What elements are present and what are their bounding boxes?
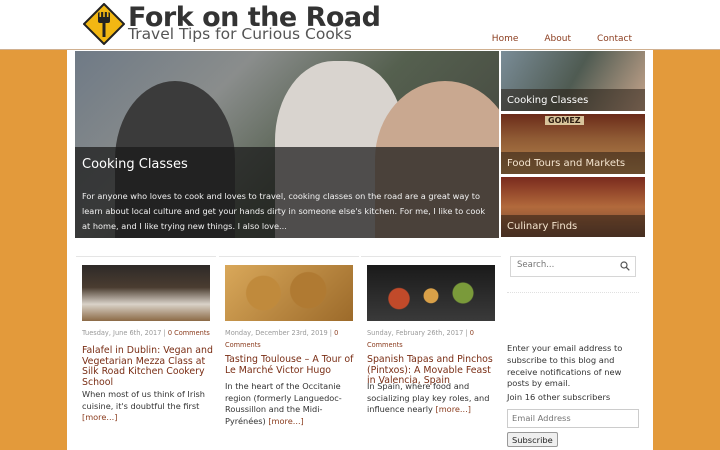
- sidebar: Enter your email address to subscribe to…: [501, 240, 645, 450]
- divider: [507, 292, 639, 293]
- search-box: [510, 256, 636, 277]
- nav-home[interactable]: Home: [492, 34, 519, 44]
- category-label: Cooking Classes: [507, 95, 589, 106]
- main-nav: Home About Contact: [492, 34, 632, 44]
- post-excerpt: When most of us think of Irish cuisine, …: [82, 389, 210, 424]
- hero-title[interactable]: Cooking Classes: [82, 157, 188, 172]
- site-header: Fork on the Road Travel Tips for Curious…: [0, 0, 720, 50]
- post-comments-link[interactable]: 0 Comments: [168, 329, 210, 337]
- category-label: Culinary Finds: [507, 221, 578, 232]
- subscribe-button[interactable]: Subscribe: [507, 432, 558, 447]
- post-thumbnail[interactable]: [82, 265, 210, 321]
- post-thumbnail[interactable]: [225, 265, 353, 321]
- nav-contact[interactable]: Contact: [597, 34, 632, 44]
- post-date: Monday, December 23rd, 2019 |: [225, 329, 335, 337]
- post-date: Sunday, February 26th, 2017 |: [367, 329, 470, 337]
- post-meta: Monday, December 23rd, 2019 | 0 Comments: [225, 327, 357, 351]
- site-tagline: Travel Tips for Curious Cooks: [128, 25, 352, 43]
- subscribe-description: Enter your email address to subscribe to…: [507, 343, 623, 389]
- post-excerpt: In Spain, where food and socializing pla…: [367, 381, 495, 416]
- search-input[interactable]: [517, 260, 617, 270]
- post-meta: Tuesday, June 6th, 2017 | 0 Comments: [82, 327, 214, 339]
- search-icon[interactable]: [620, 261, 630, 271]
- post-card: Monday, December 23rd, 2019 | 0 Comments…: [219, 256, 359, 450]
- category-culinary-finds[interactable]: Culinary Finds: [501, 177, 645, 237]
- post-card: Sunday, February 26th, 2017 | 0 Comments…: [361, 256, 501, 450]
- post-excerpt-text: In Spain, where food and socializing pla…: [367, 381, 490, 414]
- category-label: Food Tours and Markets: [507, 158, 626, 169]
- post-excerpt-text: When most of us think of Irish cuisine, …: [82, 389, 205, 411]
- market-sign: GOMEZ: [545, 116, 584, 125]
- email-field[interactable]: [512, 413, 632, 423]
- nav-about[interactable]: About: [544, 34, 571, 44]
- read-more-link[interactable]: [more...]: [268, 416, 303, 426]
- post-meta: Sunday, February 26th, 2017 | 0 Comments: [367, 327, 499, 351]
- email-field-wrap: [507, 409, 639, 428]
- read-more-link[interactable]: [more...]: [436, 404, 471, 414]
- hero-excerpt: For anyone who loves to cook and loves t…: [82, 191, 486, 231]
- post-date: Tuesday, June 6th, 2017 |: [82, 329, 168, 337]
- post-title[interactable]: Falafel in Dublin: Vegan and Vegetarian …: [82, 345, 214, 388]
- post-excerpt: In the heart of the Occitanie region (fo…: [225, 381, 353, 427]
- category-food-tours[interactable]: GOMEZ Food Tours and Markets: [501, 114, 645, 174]
- post-card: Tuesday, June 6th, 2017 | 0 Comments Fal…: [76, 256, 216, 450]
- post-title[interactable]: Tasting Toulouse – A Tour of Le Marché V…: [225, 354, 357, 376]
- hero-slide[interactable]: Cooking Classes For anyone who loves to …: [75, 51, 499, 238]
- category-cooking-classes[interactable]: Cooking Classes: [501, 51, 645, 111]
- subscriber-count: Join 16 other subscribers: [507, 392, 611, 402]
- post-thumbnail[interactable]: [367, 265, 495, 321]
- fork-logo-icon[interactable]: [83, 3, 125, 45]
- read-more-link[interactable]: [more...]: [82, 412, 117, 422]
